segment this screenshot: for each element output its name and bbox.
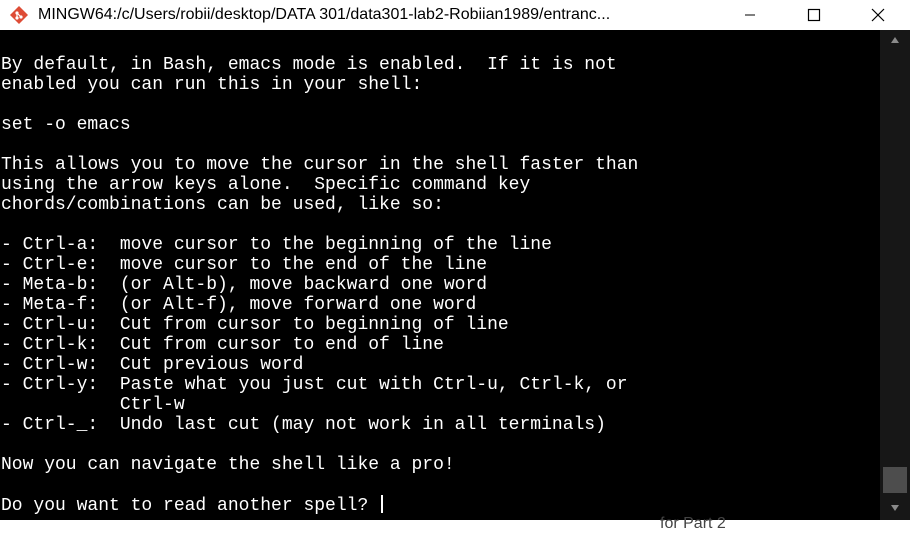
terminal-line: enabled you can run this in your shell: (1, 75, 423, 95)
terminal-line: Ctrl-w (1, 395, 185, 415)
terminal-line: set -o emacs (1, 115, 131, 135)
terminal-line: - Meta-f: (or Alt-f), move forward one w… (1, 295, 477, 315)
terminal-text: By default, in Bash, emacs mode is enabl… (1, 55, 638, 516)
terminal-line: - Ctrl-e: move cursor to the end of the … (1, 255, 488, 275)
minimize-icon (745, 14, 755, 16)
window-controls (718, 0, 910, 30)
scroll-thumb[interactable] (883, 467, 907, 493)
terminal-output[interactable]: By default, in Bash, emacs mode is enabl… (0, 30, 880, 525)
close-button[interactable] (846, 0, 910, 30)
terminal-line: - Ctrl-w: Cut previous word (1, 355, 304, 375)
text-cursor (381, 495, 384, 513)
terminal-line: This allows you to move the cursor in th… (1, 155, 639, 175)
chevron-down-icon (891, 505, 899, 511)
maximize-icon (807, 8, 821, 22)
chevron-up-icon (891, 37, 899, 43)
background-window-strip (0, 520, 910, 525)
terminal-line: - Ctrl-u: Cut from cursor to beginning o… (1, 315, 509, 335)
terminal-window: MINGW64:/c/Users/robii/desktop/DATA 301/… (0, 0, 910, 525)
vertical-scrollbar[interactable] (880, 30, 910, 520)
background-window-text: for Part 2 (660, 515, 726, 532)
scroll-up-button[interactable] (880, 30, 910, 50)
window-title: MINGW64:/c/Users/robii/desktop/DATA 301/… (38, 6, 611, 23)
close-icon (871, 8, 885, 22)
terminal-line: Now you can navigate the shell like a pr… (1, 455, 455, 475)
scroll-down-button[interactable] (880, 498, 910, 518)
minimize-button[interactable] (718, 0, 782, 30)
terminal-line: - Ctrl-k: Cut from cursor to end of line (1, 335, 444, 355)
terminal-line: - Ctrl-y: Paste what you just cut with C… (1, 375, 628, 395)
terminal-line: By default, in Bash, emacs mode is enabl… (1, 55, 617, 75)
git-bash-diamond-icon[interactable] (8, 4, 30, 26)
terminal-line: - Meta-b: (or Alt-b), move backward one … (1, 275, 488, 295)
maximize-button[interactable] (782, 0, 846, 30)
terminal-lines: By default, in Bash, emacs mode is enabl… (1, 55, 638, 475)
terminal-line: using the arrow keys alone. Specific com… (1, 175, 531, 195)
terminal-line: - Ctrl-_: Undo last cut (may not work in… (1, 415, 606, 435)
terminal-line: chords/combinations can be used, like so… (1, 195, 444, 215)
title-bar[interactable]: MINGW64:/c/Users/robii/desktop/DATA 301/… (0, 0, 910, 30)
terminal-prompt: Do you want to read another spell? (1, 496, 380, 516)
terminal-line: - Ctrl-a: move cursor to the beginning o… (1, 235, 552, 255)
